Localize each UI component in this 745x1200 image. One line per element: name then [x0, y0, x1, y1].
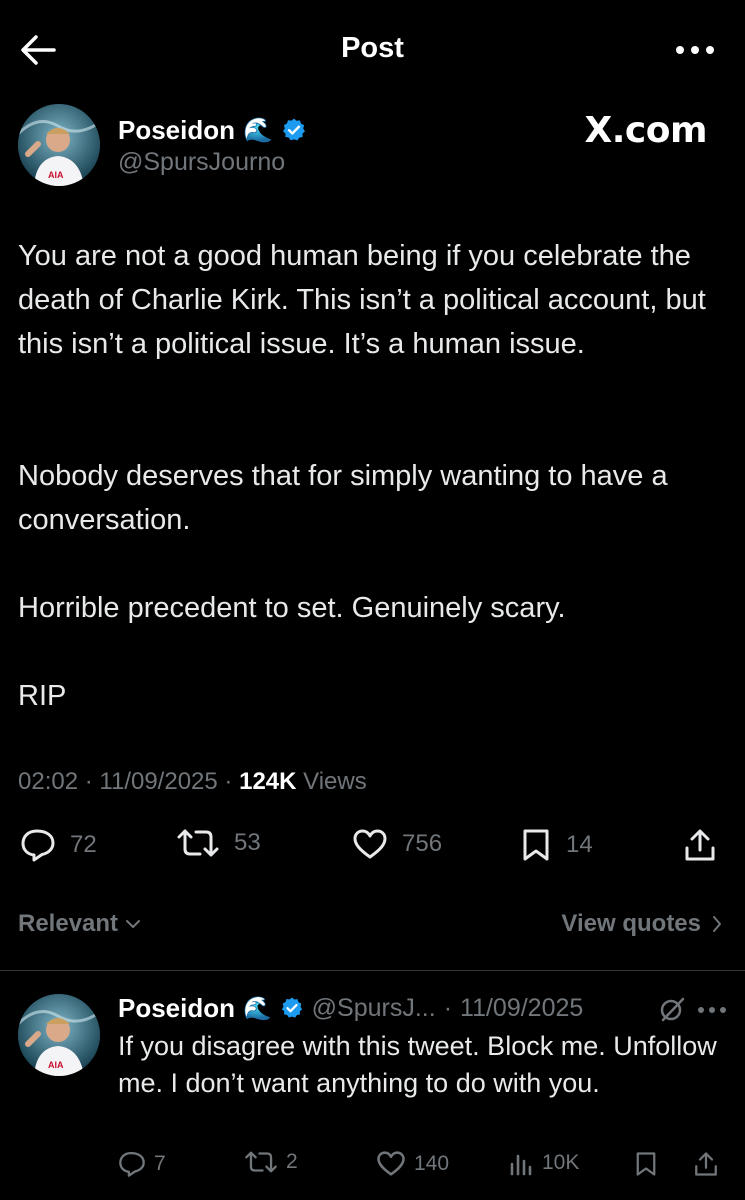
- bookmark-icon: [636, 1152, 656, 1176]
- reply-button[interactable]: 72: [20, 828, 97, 862]
- bookmark-button[interactable]: 14: [520, 828, 593, 862]
- post-time: 02:02: [18, 768, 79, 795]
- reply-views-button[interactable]: 10K: [508, 1150, 579, 1176]
- author-name-row[interactable]: Poseidon 🌊: [118, 112, 307, 148]
- reply-handle[interactable]: @SpursJ...: [312, 994, 436, 1023]
- avatar[interactable]: AIA: [18, 104, 100, 186]
- bookmark-count: 14: [566, 831, 593, 858]
- reply-like-button[interactable]: 140: [376, 1150, 449, 1177]
- reply-author-name[interactable]: Poseidon: [118, 993, 235, 1024]
- post-metadata: 02:02 · 11/09/2025 · 124K Views: [18, 768, 367, 795]
- reply-repost-button[interactable]: 2: [244, 1150, 298, 1174]
- reply-reply-count: 7: [154, 1152, 166, 1175]
- divider: [0, 970, 745, 971]
- post-paragraph: RIP: [18, 680, 67, 712]
- post-date: 11/09/2025: [99, 768, 218, 795]
- reply-bookmark-button[interactable]: [634, 1150, 658, 1178]
- heart-icon: [377, 1151, 405, 1176]
- like-count: 756: [402, 830, 443, 857]
- wave-emoji-icon: 🌊: [243, 994, 272, 1021]
- share-icon: [695, 1152, 717, 1176]
- reply-text: If you disagree with this tweet. Block m…: [118, 1031, 717, 1098]
- views-count[interactable]: 124K: [239, 768, 296, 795]
- reply-repost-count: 2: [286, 1150, 298, 1173]
- view-quotes-link[interactable]: View quotes: [561, 910, 723, 938]
- author-handle[interactable]: @SpursJourno: [118, 148, 285, 177]
- svg-text:AIA: AIA: [48, 1060, 64, 1070]
- grok-icon: [660, 997, 685, 1022]
- reply-share-button[interactable]: [694, 1150, 718, 1178]
- repost-icon: [177, 829, 219, 857]
- views-label: Views: [303, 768, 367, 795]
- reply-views-count: 10K: [542, 1151, 580, 1174]
- share-button[interactable]: [684, 828, 716, 862]
- author-name: Poseidon: [118, 114, 236, 145]
- sort-label: Relevant: [18, 910, 119, 937]
- more-dots-icon: [698, 1007, 726, 1013]
- reply-icon: [21, 829, 55, 862]
- heart-icon: [353, 829, 387, 859]
- post-paragraph: Nobody deserves that for simply wanting …: [18, 460, 668, 536]
- share-icon: [685, 829, 715, 861]
- reply-reply-button[interactable]: 7: [118, 1150, 166, 1178]
- player-avatar-image: AIA: [18, 104, 100, 186]
- reply-icon: [119, 1151, 145, 1177]
- bookmark-icon: [523, 829, 549, 861]
- reply-like-count: 140: [414, 1151, 450, 1175]
- verified-badge-icon: [282, 118, 305, 141]
- reply-more-options-button[interactable]: [697, 1005, 727, 1015]
- sort-dropdown[interactable]: Relevant: [18, 910, 142, 938]
- more-options-button[interactable]: [675, 44, 715, 56]
- repost-button[interactable]: 53: [176, 828, 261, 858]
- svg-text:AIA: AIA: [48, 170, 64, 180]
- reply-avatar[interactable]: AIA: [18, 994, 100, 1076]
- wave-emoji-icon: 🌊: [243, 116, 273, 144]
- player-avatar-image: AIA: [18, 994, 100, 1076]
- chevron-right-icon: [713, 916, 721, 932]
- grok-button[interactable]: [659, 996, 685, 1022]
- repost-icon: [245, 1151, 277, 1173]
- x-com-watermark: X.com: [584, 110, 707, 151]
- post-paragraph: Horrible precedent to set. Genuinely sca…: [18, 592, 566, 624]
- reply-count: 72: [70, 831, 97, 858]
- reply-header: Poseidon 🌊 @SpursJ... · 11/09/2025: [118, 992, 584, 1024]
- like-button[interactable]: 756: [352, 828, 442, 860]
- reply-date: 11/09/2025: [460, 993, 584, 1022]
- verified-badge-icon: [281, 997, 302, 1018]
- view-quotes-label: View quotes: [561, 910, 701, 937]
- more-dots-icon: [676, 46, 714, 54]
- chevron-down-icon: [126, 920, 141, 928]
- repost-count: 53: [234, 829, 261, 856]
- post-paragraph: You are not a good human being if you ce…: [18, 240, 706, 360]
- page-title: Post: [341, 32, 404, 64]
- views-chart-icon: [510, 1154, 532, 1176]
